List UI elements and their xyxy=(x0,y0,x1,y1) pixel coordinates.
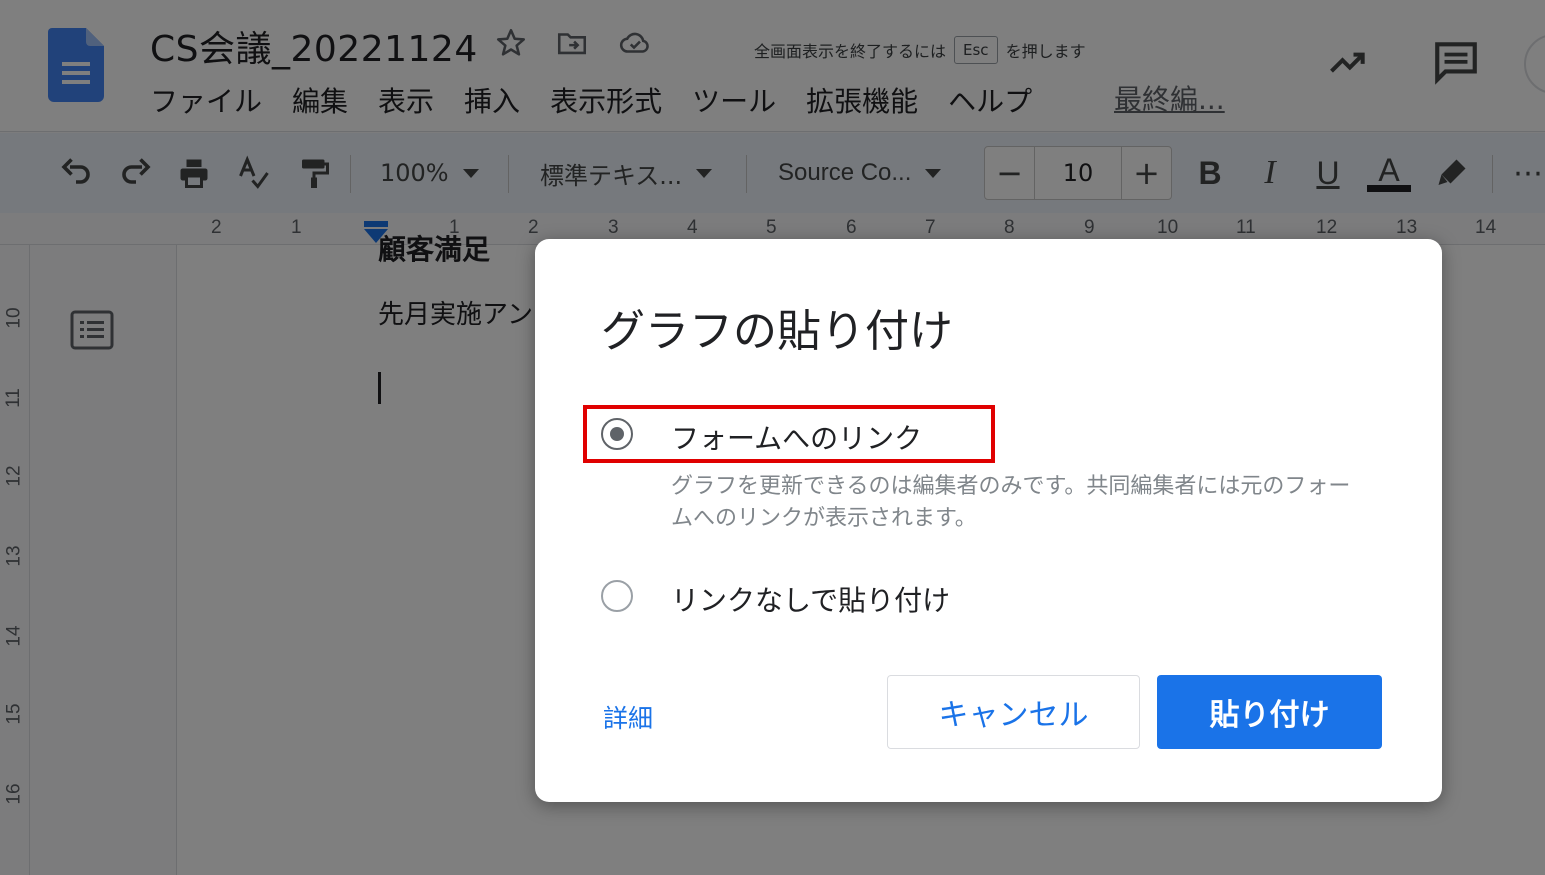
option-nolink-label[interactable]: リンクなしで貼り付け xyxy=(671,579,950,619)
paste-chart-dialog: グラフの貼り付け フォームへのリンク グラフを更新できるのは編集者のみです。共同… xyxy=(535,239,1442,802)
radio-paste-without-link[interactable] xyxy=(601,580,633,612)
highlight-box xyxy=(583,405,995,463)
option-link-description: グラフを更新できるのは編集者のみです。共同編集者には元のフォームへのリンクが表示… xyxy=(671,474,1351,531)
details-link[interactable]: 詳細 xyxy=(603,699,653,735)
dialog-title: グラフの貼り付け xyxy=(601,306,953,357)
paste-button[interactable]: 貼り付け xyxy=(1157,675,1382,749)
cancel-button[interactable]: キャンセル xyxy=(887,675,1140,749)
